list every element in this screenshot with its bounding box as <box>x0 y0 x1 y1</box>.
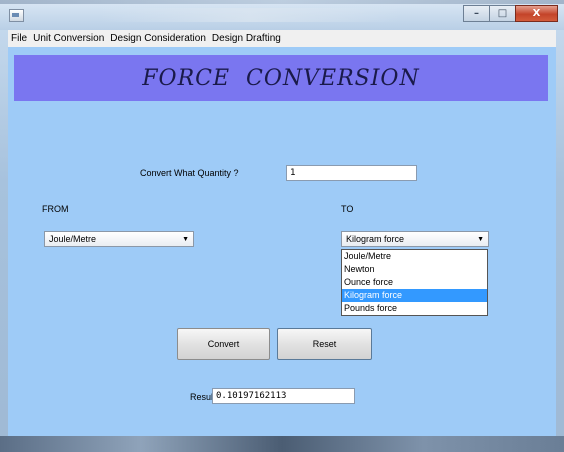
from-unit-value: Joule/Metre <box>49 234 97 244</box>
to-unit-value: Kilogram force <box>346 234 405 244</box>
to-label: TO <box>341 204 354 214</box>
window-controls: – □ X <box>463 5 558 22</box>
banner: FORCE CONVERSION <box>14 55 548 101</box>
quantity-input[interactable]: 1 <box>286 165 417 181</box>
menu-bar: File Unit Conversion Design Consideratio… <box>8 30 556 48</box>
dropdown-option-newton[interactable]: Newton <box>342 263 487 276</box>
from-label: FROM <box>42 204 69 214</box>
menu-file[interactable]: File <box>8 33 30 44</box>
reset-button[interactable]: Reset <box>277 328 372 360</box>
close-button[interactable]: X <box>515 5 558 22</box>
menu-unit-conversion[interactable]: Unit Conversion <box>30 33 107 44</box>
minimize-button[interactable]: – <box>463 5 490 22</box>
dropdown-option-joule-metre[interactable]: Joule/Metre <box>342 250 487 263</box>
menu-design-consideration[interactable]: Design Consideration <box>107 33 209 44</box>
to-unit-select[interactable]: Kilogram force ▼ <box>341 231 489 247</box>
main-panel: FORCE CONVERSION Convert What Quantity ?… <box>8 47 556 436</box>
chevron-down-icon: ▼ <box>477 235 484 243</box>
dropdown-option-kilogram-force[interactable]: Kilogram force <box>342 289 487 302</box>
convert-button[interactable]: Convert <box>177 328 270 360</box>
result-field[interactable]: 0.10197162113 <box>212 388 355 404</box>
to-unit-dropdown-list: Joule/Metre Newton Ounce force Kilogram … <box>341 249 488 316</box>
quantity-label: Convert What Quantity ? <box>140 168 239 178</box>
dropdown-option-pounds-force[interactable]: Pounds force <box>342 302 487 315</box>
chevron-down-icon: ▼ <box>182 235 189 243</box>
title-bar: – □ X <box>0 0 564 30</box>
title-text-area <box>100 8 400 22</box>
menu-design-drafting[interactable]: Design Drafting <box>209 33 284 44</box>
maximize-button[interactable]: □ <box>489 5 516 22</box>
from-unit-select[interactable]: Joule/Metre ▼ <box>44 231 194 247</box>
page-title: FORCE CONVERSION <box>142 65 420 91</box>
taskbar-strip <box>0 0 564 4</box>
app-icon <box>9 9 24 22</box>
taskbar-strip-bottom <box>0 436 564 452</box>
dropdown-option-ounce-force[interactable]: Ounce force <box>342 276 487 289</box>
